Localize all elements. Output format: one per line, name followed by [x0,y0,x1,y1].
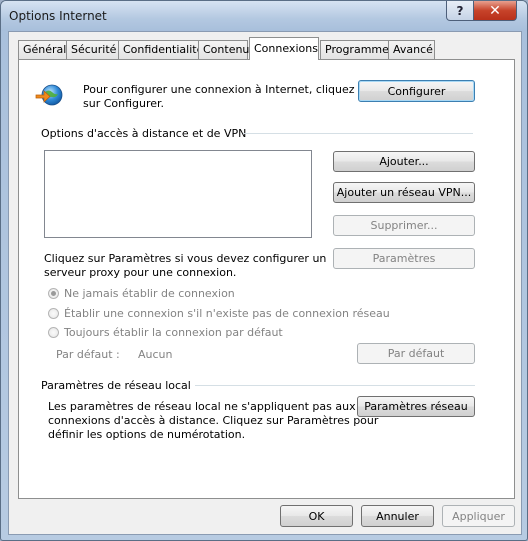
tab-general[interactable]: Général [18,40,67,59]
set-default-button[interactable]: Par défaut [357,343,475,364]
lan-section-divider [195,385,475,386]
tab-security[interactable]: Sécurité [66,40,119,59]
help-icon: ? [456,3,464,18]
setup-description-line2: sur Configurer. [83,97,165,110]
settings-button[interactable]: Paramètres [333,248,475,269]
connections-panel: Pour configurer une connexion à Internet… [18,59,515,499]
ok-button[interactable]: OK [280,505,353,527]
lan-settings-button[interactable]: Paramètres réseau [357,396,475,417]
lan-description-line2: connexions d'accès à distance. Cliquez s… [48,414,379,427]
lan-description-line1: Les paramètres de réseau local ne s'appl… [48,400,356,413]
tab-privacy[interactable]: Confidentialité [118,40,203,59]
default-connection-label: Par défaut : [56,348,120,361]
apply-button[interactable]: Appliquer [442,505,515,527]
tab-content[interactable]: Contenu [198,40,249,59]
tab-advanced[interactable]: Avancé [388,40,435,59]
dialog-client-area: Général Sécurité Confidentialité Contenu… [8,31,522,535]
default-connection-value: Aucun [138,348,173,361]
cancel-button[interactable]: Annuler [361,505,434,527]
tab-programs[interactable]: Programmes [320,40,395,59]
globe-network-icon [34,83,64,107]
radio-dial-when-no-network-label: Établir une connexion s'il n'existe pas … [64,307,390,320]
radio-always-dial[interactable] [48,327,59,338]
radio-never-dial[interactable] [48,288,59,299]
proxy-description-line2: serveur proxy pour une connexion. [44,266,237,279]
radio-dial-when-no-network[interactable] [48,308,59,319]
add-connection-button[interactable]: Ajouter... [333,151,475,172]
setup-description-line1: Pour configurer une connexion à Internet… [83,83,355,96]
proxy-description-line1: Cliquez sur Paramètres si vous devez con… [44,252,327,265]
configure-button[interactable]: Configurer [358,80,475,102]
dialup-section-title: Options d'accès à distance et de VPN [41,127,247,140]
radio-never-dial-label: Ne jamais établir de connexion [64,287,235,300]
lan-section-title: Paramètres de réseau local [41,379,191,392]
help-button[interactable]: ? [446,1,474,21]
add-vpn-button[interactable]: Ajouter un réseau VPN... [333,182,475,203]
title-bar[interactable]: Options Internet ? ✕ [1,1,527,31]
close-button[interactable]: ✕ [473,1,517,21]
connections-listbox[interactable] [44,150,312,238]
internet-options-window: Options Internet ? ✕ Général Sécurité Co… [0,0,528,541]
radio-always-dial-label: Toujours établir la connexion par défaut [64,326,283,339]
remove-button[interactable]: Supprimer... [333,215,475,236]
window-title: Options Internet [9,9,107,23]
close-icon: ✕ [489,2,501,19]
tab-connections[interactable]: Connexions [249,37,319,60]
dialup-section-divider [243,133,473,134]
lan-description-line3: définir les options de numérotation. [48,428,246,441]
